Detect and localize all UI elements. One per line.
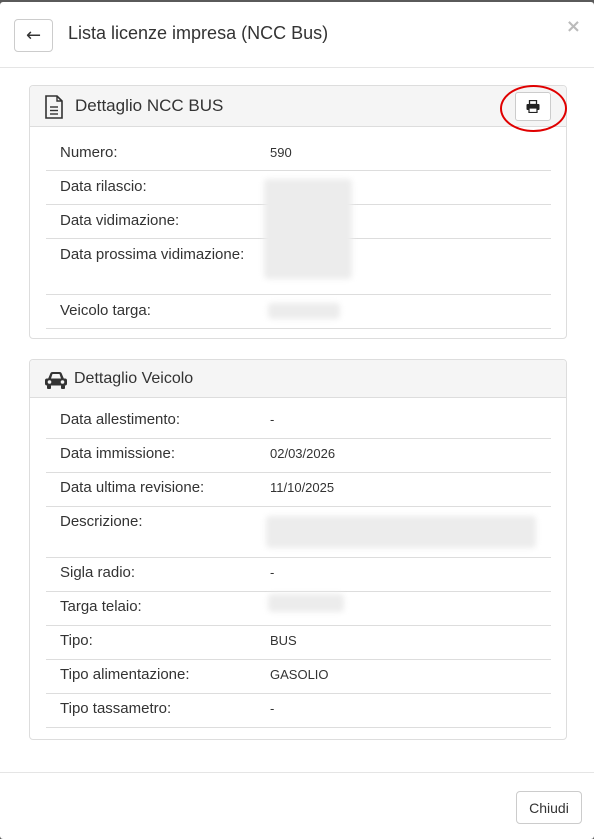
car-icon	[45, 372, 67, 389]
row-label: Tipo:	[60, 632, 93, 649]
modal-footer: Chiudi	[0, 772, 594, 839]
row-label: Tipo alimentazione:	[60, 666, 190, 683]
panel-vehicle-detail: Dettaglio Veicolo Data allestimento: - D…	[29, 359, 567, 740]
panel-vehicle-title: Dettaglio Veicolo	[74, 370, 194, 387]
table-row: Data allestimento: -	[46, 405, 551, 439]
back-button[interactable]: ←	[14, 19, 53, 52]
vehicle-rows: Data allestimento: - Data immissione: 02…	[46, 405, 551, 728]
row-label: Data allestimento:	[60, 411, 181, 428]
panel-ncc-title: Dettaglio NCC BUS	[75, 96, 224, 115]
redacted-value	[264, 179, 352, 279]
row-value: -	[270, 412, 275, 427]
row-label: Data vidimazione:	[60, 212, 180, 229]
modal-title: Lista licenze impresa (NCC Bus)	[68, 23, 329, 43]
panel-vehicle-heading: Dettaglio Veicolo	[30, 360, 566, 398]
row-label: Data ultima revisione:	[60, 479, 205, 496]
row-label: Data prossima vidimazione:	[60, 246, 245, 263]
row-value: -	[270, 701, 275, 716]
back-arrow-icon: ←	[25, 25, 42, 46]
row-label: Data immissione:	[60, 445, 176, 462]
row-value: GASOLIO	[270, 667, 329, 682]
print-highlight-circle	[500, 85, 567, 132]
table-row: Tipo tassametro: -	[46, 694, 551, 728]
row-label: Sigla radio:	[60, 564, 136, 581]
row-label: Targa telaio:	[60, 598, 142, 615]
panel-ncc-heading: Dettaglio NCC BUS	[30, 85, 567, 132]
table-row: Tipo alimentazione: GASOLIO	[46, 660, 551, 694]
document-icon	[45, 95, 63, 119]
ncc-rows: Numero: 590 Data rilascio: Data vidimazi…	[46, 137, 551, 329]
row-label: Tipo tassametro:	[60, 700, 172, 717]
redacted-value	[266, 516, 536, 548]
redacted-value	[268, 303, 340, 319]
close-button[interactable]: Chiudi	[516, 791, 582, 824]
row-label: Descrizione:	[60, 513, 143, 530]
table-row: Sigla radio: -	[46, 558, 551, 592]
panel-ncc-detail: Dettaglio NCC BUS Numero: 590 Data rilas…	[29, 85, 567, 339]
row-value: BUS	[270, 633, 297, 648]
modal-header: ← Lista licenze impresa (NCC Bus) ×	[0, 2, 594, 68]
row-value: 11/10/2025	[270, 480, 335, 495]
row-value: 590	[270, 145, 292, 160]
row-label: Veicolo targa:	[60, 302, 151, 319]
table-row: Data immissione: 02/03/2026	[46, 439, 551, 473]
license-detail-modal: ← Lista licenze impresa (NCC Bus) × Dett…	[0, 2, 594, 839]
row-value: -	[270, 565, 275, 580]
close-icon[interactable]: ×	[566, 16, 581, 37]
row-label: Numero:	[60, 144, 118, 161]
row-value: 02/03/2026	[270, 446, 336, 461]
table-row: Data ultima revisione: 11/10/2025	[46, 473, 551, 507]
table-row: Numero: 590	[46, 137, 551, 171]
row-label: Data rilascio:	[60, 178, 147, 195]
table-row: Tipo: BUS	[46, 626, 551, 660]
redacted-value	[268, 594, 344, 612]
